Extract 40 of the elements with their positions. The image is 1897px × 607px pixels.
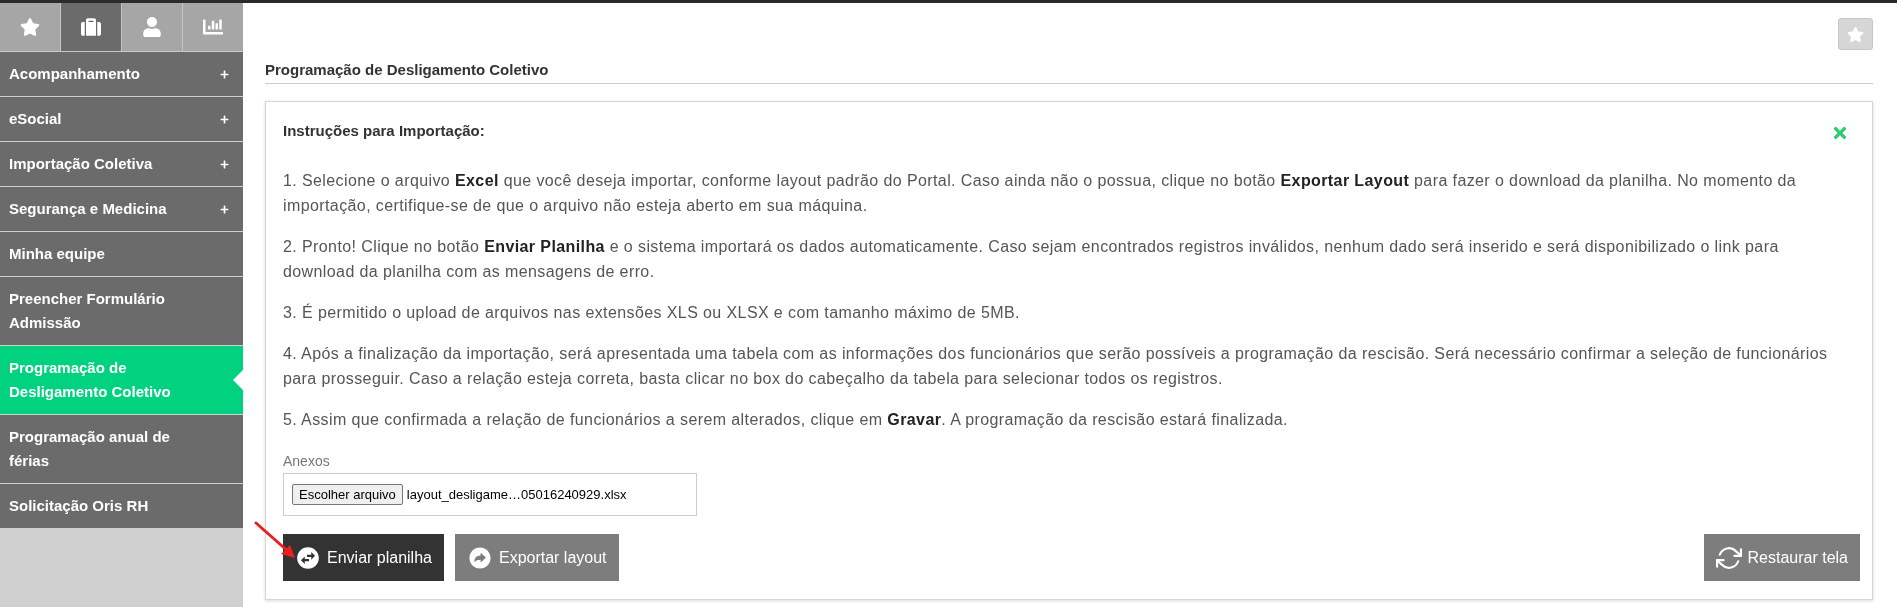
star-icon [20, 17, 40, 37]
refresh-icon [1715, 544, 1742, 571]
briefcase-icon [81, 17, 101, 37]
file-name: layout_desligame…05016240929.xlsx [406, 485, 627, 504]
sidebar-menu-item[interactable]: Programação anual de férias [0, 415, 243, 484]
sidebar-menu-item[interactable]: Preencher Formulário Admissão [0, 277, 243, 346]
selection-caret-icon [233, 370, 243, 390]
choose-file-button[interactable]: Escolher arquivo [292, 484, 403, 505]
instruction-paragraph: 4. Após a finalização da importação, será apresentada uma tabela com as informações dos funcionários que serão possíveis a programação da rescisão. Será necessário confirmar a seleção de funcionários para prosseguir. Caso a relação esteja correta, basta clicar no box do cabeçalho da tabela para selecionar todos os registros. [283, 344, 1829, 389]
star-icon [1847, 25, 1864, 43]
sidebar-tab[interactable] [61, 3, 122, 51]
sidebar-menu-item[interactable]: Solicitação Oris RH [0, 484, 243, 529]
send-spreadsheet-button[interactable]: Enviar planilha [283, 534, 444, 581]
instruction-paragraph: 1. Selecione o arquivo Excel que você deseja importar, conforme layout padrão do Portal. Caso ainda não o possua, clique no botão Exportar Layout para fazer o download da planilha. No momento da importação, certifique-se de que o arquivo não esteja aberto em sua máquina. [283, 171, 1798, 216]
instruction-paragraph: 3. É permitido o upload de arquivos nas extensões XLS ou XLSX e com tamanho máximo de 5MB. [283, 302, 1021, 323]
close-icon[interactable] [1831, 124, 1849, 142]
sidebar-tab[interactable] [183, 3, 243, 51]
restore-screen-button[interactable]: Restaurar tela [1703, 534, 1860, 581]
annotation-arrow [254, 521, 296, 559]
sidebar-tab[interactable] [0, 3, 61, 51]
user-icon [142, 17, 162, 37]
favorite-button[interactable] [1838, 18, 1873, 50]
file-input-field[interactable]: Escolher arquivo layout_desligame…05016240929.xlsx [283, 473, 697, 516]
sidebar-menu-item[interactable]: eSocial [0, 97, 243, 142]
bar-chart-icon [203, 17, 223, 37]
plus-icon [220, 204, 229, 214]
export-layout-button[interactable]: Exportar layout [454, 534, 619, 581]
plus-icon [220, 159, 229, 169]
plus-icon [220, 114, 229, 124]
instructions-title: Instruções para Importação: [283, 120, 485, 141]
sidebar-menu-item[interactable]: Minha equipe [0, 232, 243, 277]
plus-icon [220, 69, 229, 79]
sidebar-menu-item[interactable]: Importação Coletiva [0, 142, 243, 187]
sidebar-menu-item[interactable]: Acompanhamento [0, 52, 243, 97]
sidebar-menu-item[interactable]: Segurança e Medicina [0, 187, 243, 232]
instruction-paragraph: 5. Assim que confirmada a relação de funcionários a serem alterados, clique em Gravar. A programação da rescisão estará finalizada. [283, 410, 1289, 430]
attachments-label: Anexos [283, 452, 330, 470]
instruction-paragraph: 2. Pronto! Clique no botão Enviar Planilha e o sistema importará os dados automaticamente. Caso sejam encontrados registros inválidos, nenhum dado será inserido e será disponibilizado o link para download da planilha com as mensagens de erro. [283, 237, 1780, 282]
page-title: Programação de Desligamento Coletivo [265, 60, 549, 80]
sidebar-tab[interactable] [122, 3, 183, 51]
